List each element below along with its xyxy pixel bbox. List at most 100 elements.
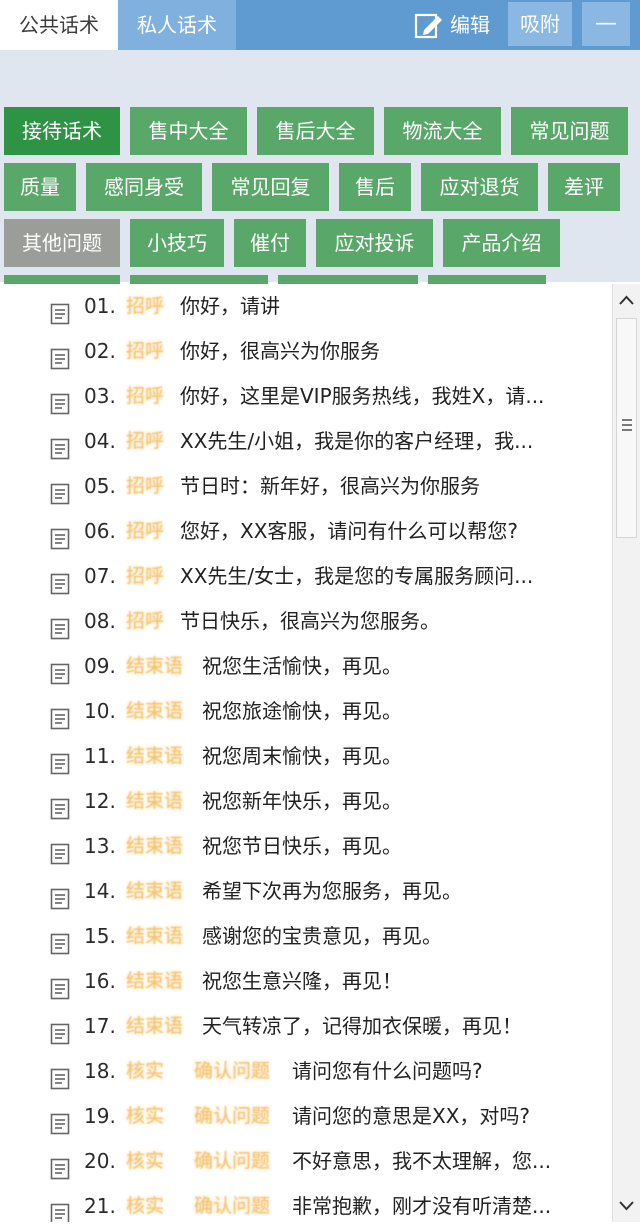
tag-label: 结束语	[126, 790, 184, 812]
list-item[interactable]: 05. 招呼 节日时：新年好，很高兴为你服务	[0, 464, 612, 508]
edit-button[interactable]: 编辑	[408, 8, 500, 42]
category-button[interactable]: 常见回复	[212, 163, 329, 211]
list-item[interactable]: 03. 招呼 你好，这里是VIP服务热线，我姓X，请...	[0, 374, 612, 418]
attach-button[interactable]: 吸附	[508, 2, 572, 46]
item-number: 10.	[84, 699, 116, 723]
category-button[interactable]: 其他问题	[4, 219, 120, 267]
tag-label: 结束语	[126, 745, 184, 767]
minimize-button[interactable]: —	[582, 2, 630, 46]
list-item[interactable]: 06. 招呼 您好，XX客服，请问有什么可以帮您?	[0, 509, 612, 553]
tag-label: 结束语	[126, 700, 184, 722]
document-icon	[50, 701, 70, 730]
tag-label: 确认问题	[194, 1195, 271, 1217]
list-item[interactable]: 18. 核实 确认问题 请问您有什么问题吗?	[0, 1049, 612, 1093]
item-text: 祝您周末愉快，再见。	[202, 744, 402, 768]
list-item[interactable]: 20. 核实 确认问题 不好意思，我不太理解，您...	[0, 1139, 612, 1183]
document-icon	[50, 431, 70, 460]
item-text: 请问您的意思是XX，对吗?	[292, 1104, 531, 1128]
list-item[interactable]: 19. 核实 确认问题 请问您的意思是XX，对吗?	[0, 1094, 612, 1138]
document-icon	[50, 1151, 70, 1180]
document-icon	[50, 386, 70, 415]
item-number: 13.	[84, 834, 116, 858]
list-item[interactable]: 01. 招呼 你好，请讲	[0, 284, 612, 328]
tag-label: 结束语	[126, 970, 184, 992]
item-text: 天气转凉了，记得加衣保暖，再见！	[202, 1014, 522, 1038]
document-icon	[50, 836, 70, 865]
category-button[interactable]: 小技巧	[130, 219, 224, 267]
category-button[interactable]: 催付	[234, 219, 306, 267]
category-button[interactable]: 应对投诉	[316, 219, 433, 267]
document-icon	[50, 791, 70, 820]
tag-label: 核实	[126, 1105, 165, 1127]
document-icon	[50, 566, 70, 595]
item-number: 11.	[84, 744, 116, 768]
item-number: 05.	[84, 474, 116, 498]
document-icon	[50, 521, 70, 550]
scroll-down-button[interactable]	[613, 1192, 640, 1220]
list-item[interactable]: 14. 结束语 希望下次再为您服务，再见。	[0, 869, 612, 913]
document-icon	[50, 611, 70, 640]
list-item[interactable]: 15. 结束语 感谢您的宝贵意见，再见。	[0, 914, 612, 958]
tag-label: 结束语	[126, 925, 184, 947]
list-item[interactable]: 09. 结束语 祝您生活愉快，再见。	[0, 644, 612, 688]
category-button[interactable]: 差评	[548, 163, 620, 211]
script-list: 01. 招呼 你好，请讲 02. 招呼 你好，很高兴为你服务 03. 招呼 你好，这里是VI…	[0, 284, 612, 1222]
category-button[interactable]: 接待话术	[4, 107, 120, 155]
document-icon	[50, 971, 70, 1000]
list-item[interactable]: 10. 结束语 祝您旅途愉快，再见。	[0, 689, 612, 733]
document-icon	[50, 1196, 70, 1222]
tag-label: 招呼	[126, 475, 165, 497]
tag-label: 结束语	[126, 1015, 184, 1037]
document-icon	[50, 1016, 70, 1045]
document-icon	[50, 881, 70, 910]
list-item[interactable]: 12. 结束语 祝您新年快乐，再见。	[0, 779, 612, 823]
item-text: 请问您有什么问题吗?	[292, 1059, 483, 1083]
list-item[interactable]: 02. 招呼 你好，很高兴为你服务	[0, 329, 612, 373]
scroll-thumb[interactable]	[616, 318, 637, 538]
category-button[interactable]: 常见问题	[511, 107, 628, 155]
item-text: 祝您旅途愉快，再见。	[202, 699, 402, 723]
tab-private[interactable]: 私人话术	[118, 0, 236, 50]
document-icon	[50, 656, 70, 685]
scroll-up-button[interactable]	[613, 286, 640, 314]
tab-public[interactable]: 公共话术	[0, 0, 118, 50]
list-item[interactable]: 16. 结束语 祝您生意兴隆，再见！	[0, 959, 612, 1003]
header-bar: 公共话术 私人话术 编辑 吸附 —	[0, 0, 640, 50]
list-item[interactable]: 07. 招呼 XX先生/女士，我是您的专属服务顾问...	[0, 554, 612, 598]
list-item[interactable]: 13. 结束语 祝您节日快乐，再见。	[0, 824, 612, 868]
item-text: 节日时：新年好，很高兴为你服务	[180, 474, 480, 498]
tag-label: 招呼	[126, 340, 165, 362]
item-text: 祝您生意兴隆，再见！	[202, 969, 402, 993]
tag-label: 确认问题	[194, 1060, 271, 1082]
item-number: 07.	[84, 564, 116, 588]
item-text: 您好，XX客服，请问有什么可以帮您?	[180, 519, 519, 543]
category-button[interactable]: 物流大全	[384, 107, 501, 155]
category-button[interactable]: 售后大全	[257, 107, 374, 155]
category-button[interactable]: 售后	[339, 163, 411, 211]
category-button[interactable]: 质量	[4, 163, 76, 211]
category-button[interactable]: 感同身受	[86, 163, 202, 211]
category-panel: 接待话术 售中大全 售后大全 物流大全 常见问题 质量 感同身受 常见回复 售后…	[0, 50, 640, 323]
list-item[interactable]: 08. 招呼 节日快乐，很高兴为您服务。	[0, 599, 612, 643]
item-number: 12.	[84, 789, 116, 813]
document-icon	[50, 926, 70, 955]
item-text: 非常抱歉，刚才没有听清楚...	[292, 1194, 552, 1218]
item-number: 09.	[84, 654, 116, 678]
item-number: 02.	[84, 339, 116, 363]
item-number: 19.	[84, 1104, 116, 1128]
list-item[interactable]: 17. 结束语 天气转凉了，记得加衣保暖，再见！	[0, 1004, 612, 1048]
item-number: 01.	[84, 294, 116, 318]
item-number: 04.	[84, 429, 116, 453]
document-icon	[50, 341, 70, 370]
category-button[interactable]: 应对退货	[421, 163, 538, 211]
tag-label: 结束语	[126, 835, 184, 857]
category-button[interactable]: 产品介绍	[443, 219, 560, 267]
list-item[interactable]: 04. 招呼 XX先生/小姐，我是你的客户经理，我...	[0, 419, 612, 463]
category-button[interactable]: 售中大全	[130, 107, 247, 155]
document-icon	[50, 296, 70, 325]
list-item[interactable]: 11. 结束语 祝您周末愉快，再见。	[0, 734, 612, 778]
tag-label: 核实	[126, 1195, 165, 1217]
vertical-scrollbar[interactable]	[612, 284, 640, 1222]
list-item[interactable]: 21. 核实 确认问题 非常抱歉，刚才没有听清楚...	[0, 1184, 612, 1222]
tag-label: 招呼	[126, 520, 165, 542]
